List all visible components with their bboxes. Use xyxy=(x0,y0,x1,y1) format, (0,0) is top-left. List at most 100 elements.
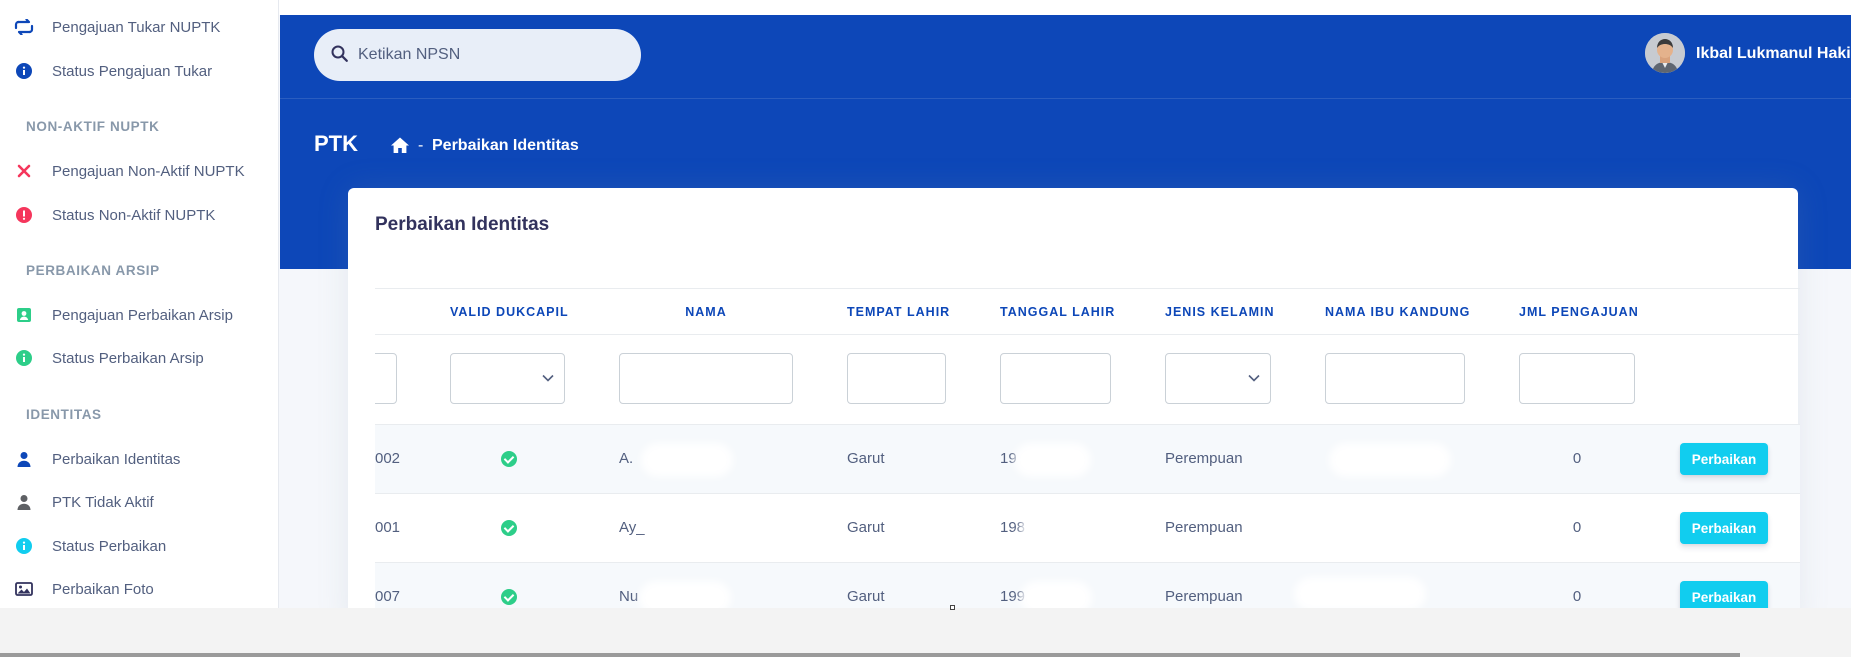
cell-tanggal-lahir: 19 xyxy=(1000,450,1017,467)
sidebar-item-label: Status Perbaikan Arsip xyxy=(52,349,204,367)
table-header-border xyxy=(375,334,1800,335)
search-input[interactable] xyxy=(358,40,628,70)
sidebar-item-label: Status Pengajuan Tukar xyxy=(52,62,213,80)
redacted-region xyxy=(655,518,715,540)
sidebar-item-perbaikan-identitas[interactable]: Perbaikan Identitas xyxy=(0,445,279,473)
check-circle-icon xyxy=(501,589,517,605)
cell-jml-pengajuan: 0 xyxy=(1572,450,1582,467)
perbaikan-button[interactable]: Perbaikan xyxy=(1680,512,1768,544)
swap-icon xyxy=(13,16,35,38)
sidebar-item-label: Pengajuan Non-Aktif NUPTK xyxy=(52,162,245,180)
home-icon[interactable] xyxy=(390,136,410,154)
sidebar-item-label: Pengajuan Perbaikan Arsip xyxy=(52,306,233,324)
user-icon xyxy=(13,491,35,513)
sidebar-item-label: Perbaikan Foto xyxy=(52,580,154,598)
cell-nama: Nu xyxy=(619,588,639,605)
user-name[interactable]: Ikbal Lukmanul Hakim xyxy=(1696,45,1851,63)
sidebar-heading-non-aktif: NON-AKTIF NUPTK xyxy=(26,119,160,134)
column-header-nama[interactable]: NAMA xyxy=(619,305,793,319)
info-icon xyxy=(13,347,35,369)
sidebar: Pengajuan Tukar NUPTK Status Pengajuan T… xyxy=(0,0,279,608)
redacted-region xyxy=(645,587,725,608)
sidebar-item-status-perbaikan[interactable]: Status Perbaikan xyxy=(0,532,279,560)
sidebar-item-label: Pengajuan Tukar NUPTK xyxy=(52,18,221,36)
column-header-jenis-kelamin[interactable]: JENIS KELAMIN xyxy=(1165,305,1274,319)
column-header-valid-dukcapil[interactable]: VALID DUKCAPIL xyxy=(450,305,568,319)
page-title: PTK xyxy=(314,131,358,156)
cell-jml-pengajuan: 0 xyxy=(1572,519,1582,536)
perbaikan-button[interactable]: Perbaikan xyxy=(1680,581,1768,608)
image-icon xyxy=(13,578,35,600)
sidebar-item-status-pengajuan-tukar[interactable]: Status Pengajuan Tukar xyxy=(0,57,279,85)
cell-jenis-kelamin: Perempuan xyxy=(1165,450,1243,467)
filter-input-jml-pengajuan[interactable] xyxy=(1519,353,1635,404)
cell-jenis-kelamin: Perempuan xyxy=(1165,588,1243,605)
column-header-tempat-lahir[interactable]: TEMPAT LAHIR xyxy=(847,305,949,319)
close-icon xyxy=(13,160,35,182)
alert-icon xyxy=(13,204,35,226)
card-title: Perbaikan Identitas xyxy=(375,214,550,235)
sidebar-item-label: PTK Tidak Aktif xyxy=(52,493,154,511)
cell-id: 001 xyxy=(375,519,401,536)
table-row: 002 A. Garut 19 Perempuan 0 Perbaikan xyxy=(375,425,1800,493)
resize-handle[interactable] xyxy=(950,605,955,610)
cell-id: 007 xyxy=(375,588,401,605)
sidebar-item-status-non-aktif[interactable]: Status Non-Aktif NUPTK xyxy=(0,201,279,229)
cell-tanggal-lahir: 198 xyxy=(1000,519,1026,536)
cell-jml-pengajuan: 0 xyxy=(1572,588,1582,605)
breadcrumb-current: Perbaikan Identitas xyxy=(432,137,579,154)
sidebar-item-pengajuan-non-aktif[interactable]: Pengajuan Non-Aktif NUPTK xyxy=(0,157,279,185)
contact-card-icon xyxy=(13,304,35,326)
cell-tempat-lahir: Garut xyxy=(847,519,885,536)
filter-input-id[interactable] xyxy=(375,353,397,404)
column-header-tanggal-lahir[interactable]: TANGGAL LAHIR xyxy=(1000,305,1114,319)
info-icon xyxy=(13,60,35,82)
redacted-region xyxy=(1300,583,1420,605)
sidebar-heading-perbaikan-arsip: PERBAIKAN ARSIP xyxy=(26,263,160,278)
breadcrumb-separator: - xyxy=(418,137,424,154)
sidebar-item-ptk-tidak-aktif[interactable]: PTK Tidak Aktif xyxy=(0,488,279,516)
sidebar-item-label: Status Non-Aktif NUPTK xyxy=(52,206,216,224)
perbaikan-button[interactable]: Perbaikan xyxy=(1680,443,1768,475)
cell-tempat-lahir: Garut xyxy=(847,450,885,467)
sidebar-item-status-perbaikan-arsip[interactable]: Status Perbaikan Arsip xyxy=(0,344,279,372)
cell-id: 002 xyxy=(375,450,401,467)
filter-input-nama[interactable] xyxy=(619,353,793,404)
table-row: 007 Nu Garut 199 Perempuan 0 Perbaikan xyxy=(375,563,1800,608)
search-icon xyxy=(330,44,350,64)
filter-input-nama-ibu-kandung[interactable] xyxy=(1325,353,1465,404)
sidebar-item-perbaikan-foto[interactable]: Perbaikan Foto xyxy=(0,575,279,603)
window-bottom-strip xyxy=(0,608,1851,657)
sidebar-item-pengajuan-tukar-nuptk[interactable]: Pengajuan Tukar NUPTK xyxy=(0,13,279,41)
redacted-region xyxy=(1020,449,1085,471)
column-header-jml-pengajuan[interactable]: JML PENGAJUAN xyxy=(1519,305,1638,319)
top-gap xyxy=(279,0,1851,15)
table-row: 001 Ay_ Garut 198 Perempuan 0 Perbaikan xyxy=(375,494,1800,562)
redacted-region xyxy=(1026,518,1086,540)
redacted-region xyxy=(1335,449,1445,471)
filter-select-jenis-kelamin[interactable] xyxy=(1165,353,1271,404)
sidebar-item-label: Status Perbaikan xyxy=(52,537,167,555)
check-circle-icon xyxy=(501,451,517,467)
app-viewport: Pengajuan Tukar NUPTK Status Pengajuan T… xyxy=(0,0,1851,608)
cell-tempat-lahir: Garut xyxy=(847,588,885,605)
data-table: VALID DUKCAPIL NAMA TEMPAT LAHIR TANGGAL… xyxy=(375,288,1800,608)
info-icon xyxy=(13,535,35,557)
filter-select-valid-dukcapil[interactable] xyxy=(450,353,565,404)
filter-input-tanggal-lahir[interactable] xyxy=(1000,353,1111,404)
filter-input-tempat-lahir[interactable] xyxy=(847,353,946,404)
cell-nama: A. xyxy=(619,450,634,467)
sidebar-item-pengajuan-perbaikan-arsip[interactable]: Pengajuan Perbaikan Arsip xyxy=(0,301,279,329)
check-circle-icon xyxy=(501,520,517,536)
column-header-nama-ibu-kandung[interactable]: NAMA IBU KANDUNG xyxy=(1325,305,1469,319)
header-divider xyxy=(280,98,1851,99)
sidebar-heading-identitas: IDENTITAS xyxy=(26,407,102,422)
table-top-border xyxy=(375,288,1800,289)
chevron-down-icon xyxy=(1248,374,1260,382)
cell-jenis-kelamin: Perempuan xyxy=(1165,519,1243,536)
chevron-down-icon xyxy=(542,374,554,382)
cell-nama: Ay_ xyxy=(619,519,645,536)
redacted-region xyxy=(647,449,727,471)
avatar[interactable] xyxy=(1645,33,1685,73)
redacted-region xyxy=(1026,587,1086,608)
